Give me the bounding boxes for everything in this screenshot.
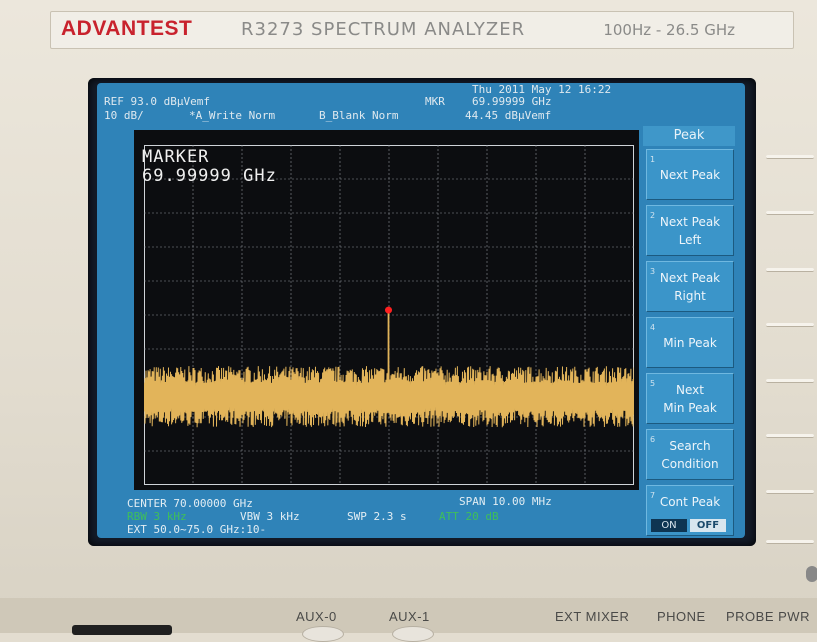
scale-per-div: 10 dB/ <box>104 109 144 122</box>
external-mixer-range: EXT 50.0~75.0 GHz:10- <box>127 523 267 536</box>
spectrum-graticule <box>144 145 634 485</box>
softkey-indicator-5 <box>766 379 814 383</box>
softkey-min-peak[interactable]: 4 Min Peak <box>646 317 734 368</box>
marker-label: MKR <box>425 95 445 108</box>
softkey-label: Next Peak Left <box>659 214 721 247</box>
softkey-number: 1 <box>650 155 656 164</box>
analyzer-screen: Thu 2011 May 12 16:22 REF 93.0 dBµVemf M… <box>97 83 745 538</box>
softkey-next-peak[interactable]: 1 Next Peak <box>646 149 734 200</box>
center-frequency: CENTER 70.00000 GHz <box>127 497 253 510</box>
softkey-indicator-4 <box>766 323 814 327</box>
softkey-label: Cont Peak <box>659 494 721 509</box>
aux1-label: AUX-1 <box>389 609 430 624</box>
softkey-next-peak-right[interactable]: 3 Next Peak Right <box>646 261 734 312</box>
ext-mixer-label: EXT MIXER <box>555 609 630 624</box>
marker-dot <box>385 306 393 314</box>
softkey-cont-peak[interactable]: 7 Cont Peak ON OFF <box>646 485 734 536</box>
softkey-indicator-2 <box>766 211 814 215</box>
rbw: RBW 3 kHz <box>127 510 187 523</box>
trace-b-mode: B_Blank Norm <box>319 109 399 122</box>
aux0-connector[interactable] <box>302 626 344 642</box>
softkey-indicator-8 <box>766 540 814 544</box>
power-key[interactable] <box>72 625 172 635</box>
softkey-label: Next Min Peak <box>663 382 717 415</box>
softkey-number: 7 <box>650 491 656 500</box>
model-name: R3273 SPECTRUM ANALYZER <box>241 19 526 40</box>
brand-logo: ADVANTEST <box>61 17 193 40</box>
sweep-time: SWP 2.3 s <box>347 510 407 523</box>
phone-label: PHONE <box>657 609 706 624</box>
softkey-next-peak-left[interactable]: 2 Next Peak Left <box>646 205 734 256</box>
softkey-label: Next Peak Right <box>659 270 721 303</box>
softkey-menu: Peak 1 Next Peak 2 Next Peak Left 3 Next Peak… <box>643 123 735 536</box>
softkey-number: 6 <box>650 435 656 444</box>
softkey-indicator-3 <box>766 268 814 272</box>
frequency-range: 100Hz - 26.5 GHz <box>603 21 735 39</box>
softkey-label: Next Peak <box>659 167 721 182</box>
marker-frequency: 69.99999 GHz <box>142 166 277 186</box>
softkey-label: Search Condition <box>661 438 719 471</box>
softkey-number: 2 <box>650 211 656 220</box>
softkey-next-min-peak[interactable]: 5 Next Min Peak <box>646 373 734 424</box>
softkey-number: 5 <box>650 379 656 388</box>
softkey-indicator-7 <box>766 490 814 494</box>
softkey-search-condition[interactable]: 6 Search Condition <box>646 429 734 480</box>
toggle-on[interactable]: ON <box>651 519 687 532</box>
marker-frequency-readout: 69.99999 GHz <box>472 95 552 108</box>
softkey-indicator-1 <box>766 155 814 159</box>
attenuation: ATT 20 dB <box>439 510 499 523</box>
softkey-number: 4 <box>650 323 656 332</box>
toggle-off[interactable]: OFF <box>690 519 726 532</box>
marker-title: MARKER <box>142 147 210 167</box>
span: SPAN 10.00 MHz <box>459 495 552 508</box>
marker-level-readout: 44.45 dBµVemf <box>465 109 552 122</box>
vbw: VBW 3 kHz <box>240 510 300 523</box>
trace-a-mode: *A_Write Norm <box>189 109 276 122</box>
softkey-indicator-6 <box>766 434 814 438</box>
softkey-menu-title: Peak <box>643 126 735 146</box>
on-off-toggle[interactable]: ON OFF <box>651 519 726 532</box>
aux1-connector[interactable] <box>392 626 434 642</box>
softkey-label: Min Peak <box>663 335 717 350</box>
instrument-nameplate: ADVANTEST R3273 SPECTRUM ANALYZER 100Hz … <box>50 11 794 49</box>
ref-level: REF 93.0 dBµVemf <box>104 95 210 108</box>
aux0-label: AUX-0 <box>296 609 337 624</box>
probe-power-label: PROBE PWR <box>726 609 810 624</box>
softkey-number: 3 <box>650 267 656 276</box>
side-knob[interactable] <box>806 566 817 582</box>
